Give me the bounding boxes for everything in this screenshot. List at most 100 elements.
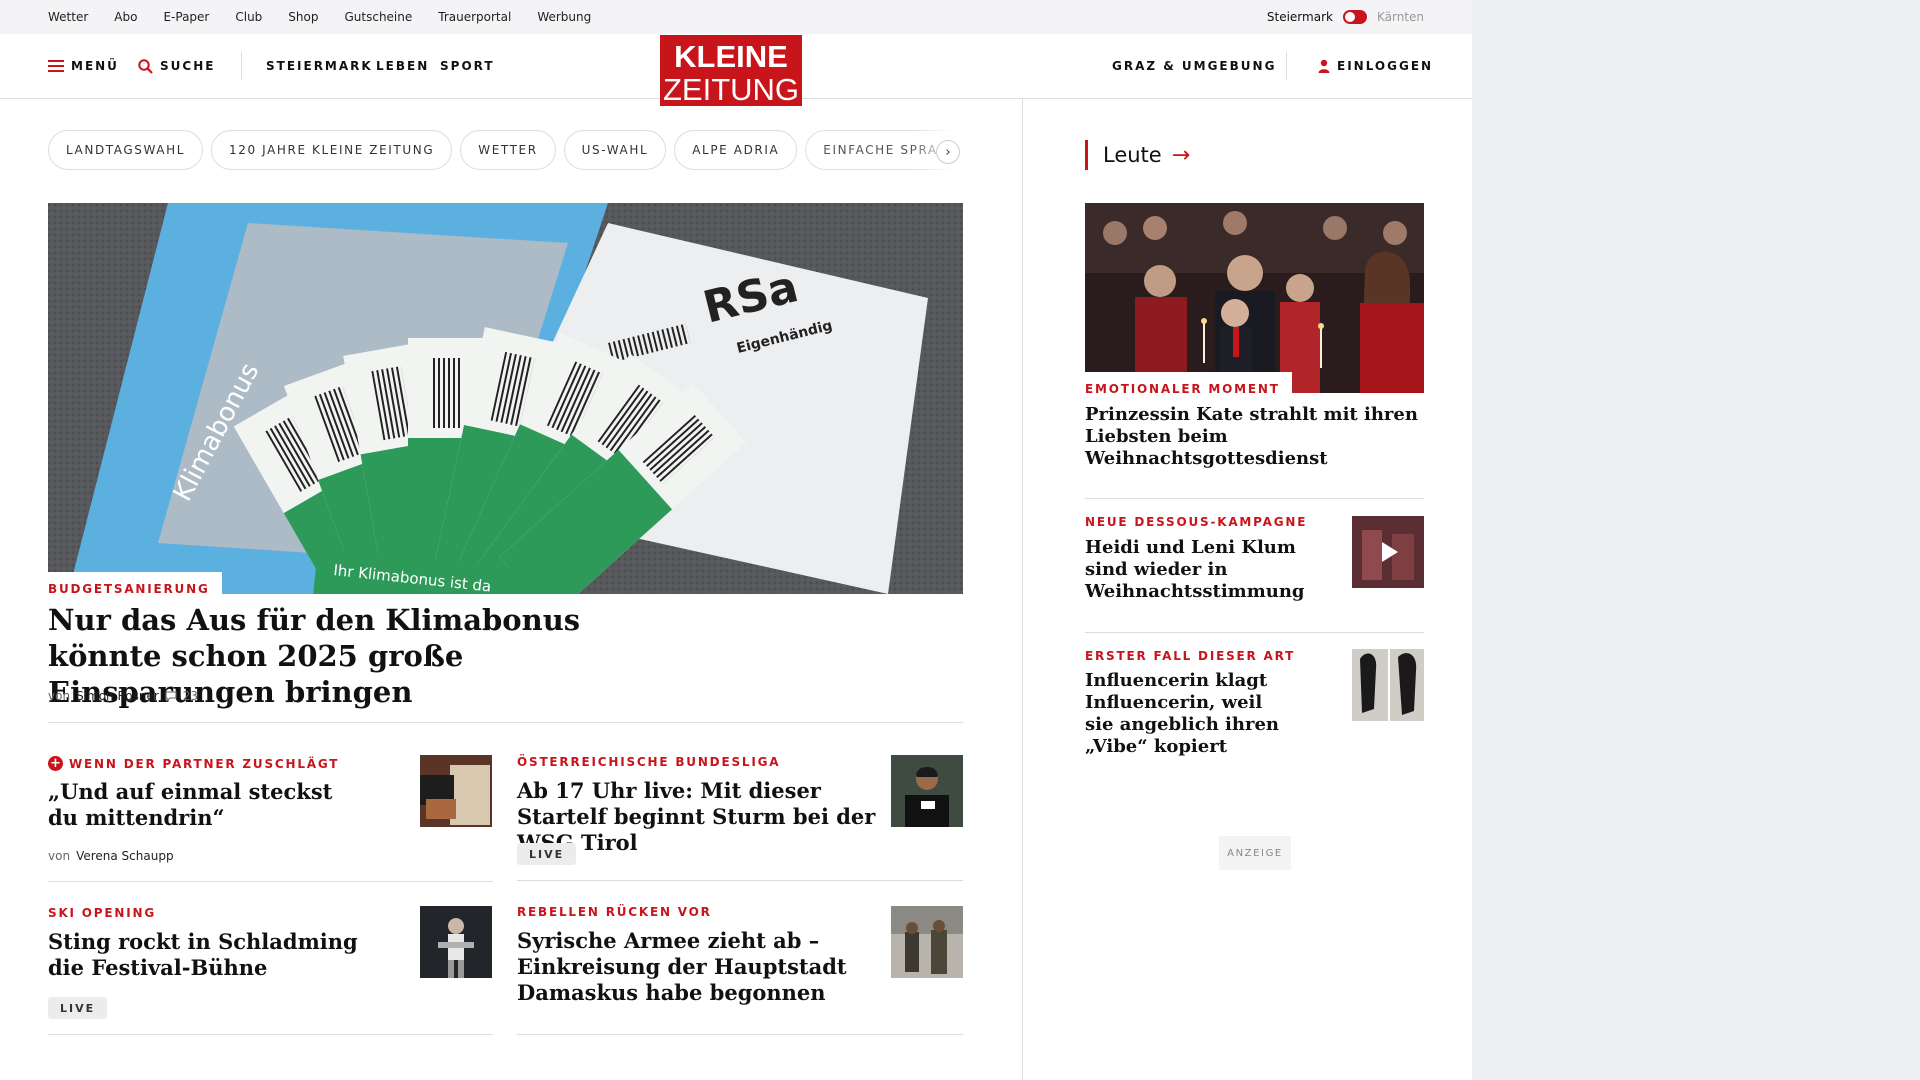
- thumbnail-photo: [891, 755, 963, 827]
- sidebar-headline[interactable]: Influencerin klagt Influencerin, weil si…: [1085, 670, 1295, 758]
- sidebar-headline[interactable]: Heidi und Leni Klum sind wieder in Weihn…: [1085, 537, 1325, 603]
- region-link-graz[interactable]: GRAZ & UMGEBUNG: [1112, 34, 1276, 98]
- article-kicker-text: REBELLEN RÜCKEN VOR: [517, 905, 712, 919]
- plus-icon: +: [48, 756, 63, 771]
- hamburger-icon: [48, 60, 64, 72]
- section-heading-label: Leute: [1103, 143, 1162, 167]
- menu-label: MENÜ: [71, 59, 119, 73]
- column-separator: [1022, 99, 1023, 1080]
- article-kicker: SKI OPENING: [48, 906, 156, 920]
- sidebar-kicker: NEUE DESSOUS-KAMPAGNE: [1085, 515, 1308, 529]
- hero-kicker-box: BUDGETSANIERUNG: [48, 572, 222, 599]
- sidebar-kicker-box: EMOTIONALER MOMENT: [1085, 372, 1292, 401]
- divider: [48, 881, 493, 882]
- hero-image[interactable]: RSa Eigenhändig Klimabonus Ihr Klimabonu…: [48, 203, 963, 594]
- util-link-abo[interactable]: Abo: [114, 10, 137, 24]
- section-heading-leute[interactable]: Leute →: [1085, 140, 1190, 170]
- byline-prefix: von: [48, 689, 71, 703]
- sidebar-lead-image[interactable]: [1085, 203, 1424, 393]
- article-author[interactable]: Verena Schaupp: [76, 849, 174, 863]
- chip-landtagswahl[interactable]: LANDTAGSWAHL: [48, 130, 204, 170]
- thumbnail-photo: [1352, 649, 1424, 721]
- login-button[interactable]: EINLOGGEN: [1318, 34, 1433, 98]
- article-headline[interactable]: Sting rockt in Schladming die Festival-B…: [48, 929, 358, 981]
- region-kaernten[interactable]: Kärnten: [1377, 10, 1424, 24]
- hero-author[interactable]: Simon Rosner: [76, 689, 159, 703]
- topic-chips: LANDTAGSWAHL 120 JAHRE KLEINE ZEITUNG WE…: [48, 130, 956, 170]
- sidebar-headline[interactable]: Prinzessin Kate strahlt mit ihren Liebst…: [1085, 404, 1424, 470]
- article-kicker-text: ÖSTERREICHISCHE BUNDESLIGA: [517, 755, 781, 769]
- article-kicker: ÖSTERREICHISCHE BUNDESLIGA: [517, 755, 780, 769]
- thumbnail-photo: [420, 906, 492, 978]
- hero-comment-count[interactable]: 23: [183, 689, 198, 703]
- divider: [48, 1034, 493, 1035]
- main-header: MENÜ SUCHE STEIERMARK LEBEN SPORT KLEINE…: [0, 34, 1472, 106]
- sidebar-lead-photo: [1085, 203, 1424, 393]
- util-link-gutscheine[interactable]: Gutscheine: [344, 10, 412, 24]
- article-kicker-text: SKI OPENING: [48, 906, 156, 920]
- chip-einfache-sprache[interactable]: EINFACHE SPRACHE: [805, 130, 956, 170]
- page: Wetter Abo E-Paper Club Shop Gutscheine …: [0, 0, 1472, 1080]
- article-thumbnail[interactable]: [891, 906, 963, 978]
- divider: [517, 880, 963, 881]
- logo-line-2: ZEITUNG: [662, 72, 800, 107]
- article-thumbnail[interactable]: [1352, 649, 1424, 721]
- thumbnail-photo: [891, 906, 963, 978]
- region-steiermark[interactable]: Steiermark: [1267, 10, 1333, 24]
- search-icon: [138, 58, 153, 74]
- article-byline: von Verena Schaupp: [48, 849, 174, 863]
- search-label: SUCHE: [160, 59, 216, 73]
- header-divider: [1286, 52, 1287, 80]
- util-link-trauerportal[interactable]: Trauerportal: [438, 10, 511, 24]
- live-badge: LIVE: [517, 843, 577, 865]
- article-thumbnail[interactable]: [420, 755, 492, 827]
- byline-prefix: von: [48, 849, 71, 863]
- search-button[interactable]: SUCHE: [138, 34, 215, 98]
- chip-alpe-adria[interactable]: ALPE ADRIA: [674, 130, 798, 170]
- hero-byline: von Simon Rosner 23: [48, 689, 198, 703]
- live-badge: LIVE: [48, 997, 108, 1019]
- arrow-right-icon: →: [1171, 142, 1191, 168]
- thumbnail-photo: [420, 755, 492, 827]
- article-kicker-text: WENN DER PARTNER ZUSCHLÄGT: [69, 756, 340, 771]
- util-link-shop[interactable]: Shop: [288, 10, 318, 24]
- ad-label: ANZEIGE: [1219, 836, 1291, 870]
- region-switch: Steiermark Kärnten: [1267, 0, 1424, 34]
- article-kicker: + WENN DER PARTNER ZUSCHLÄGT: [48, 756, 339, 771]
- article-headline[interactable]: Syrische Armee zieht ab – Einkreisung de…: [517, 928, 882, 1006]
- article-thumbnail[interactable]: [420, 906, 492, 978]
- util-link-wetter[interactable]: Wetter: [48, 10, 88, 24]
- utility-bar: Wetter Abo E-Paper Club Shop Gutscheine …: [0, 0, 1472, 34]
- util-link-werbung[interactable]: Werbung: [537, 10, 591, 24]
- region-toggle[interactable]: [1342, 10, 1367, 24]
- divider: [48, 722, 963, 723]
- utility-links: Wetter Abo E-Paper Club Shop Gutscheine …: [48, 0, 591, 34]
- chip-120-jahre[interactable]: 120 JAHRE KLEINE ZEITUNG: [211, 130, 453, 170]
- logo-line-1: KLEINE: [674, 39, 788, 74]
- sidebar-kicker: EMOTIONALER MOMENT: [1085, 382, 1280, 396]
- article-thumbnail[interactable]: [891, 755, 963, 827]
- play-icon: [1352, 516, 1424, 588]
- user-icon: [1318, 59, 1330, 73]
- hero-kicker: BUDGETSANIERUNG: [48, 582, 210, 596]
- nav-leben[interactable]: LEBEN: [376, 34, 429, 98]
- util-link-epaper[interactable]: E-Paper: [163, 10, 209, 24]
- divider: [517, 1034, 963, 1035]
- chip-wetter[interactable]: WETTER: [460, 130, 556, 170]
- menu-button[interactable]: MENÜ: [48, 34, 119, 98]
- divider: [1085, 498, 1424, 499]
- kleine-zeitung-logo[interactable]: KLEINE ZEITUNG: [660, 35, 802, 106]
- util-link-club[interactable]: Club: [235, 10, 262, 24]
- nav-sport[interactable]: SPORT: [440, 34, 495, 98]
- login-label: EINLOGGEN: [1337, 59, 1434, 73]
- nav-steiermark[interactable]: STEIERMARK: [266, 34, 373, 98]
- article-kicker: REBELLEN RÜCKEN VOR: [517, 905, 712, 919]
- sidebar-kicker: ERSTER FALL DIESER ART: [1085, 649, 1296, 663]
- article-headline[interactable]: „Und auf einmal steckst du mittendrin“: [48, 779, 358, 831]
- video-thumbnail[interactable]: [1352, 516, 1424, 588]
- header-divider: [241, 52, 242, 80]
- chip-us-wahl[interactable]: US-WAHL: [563, 130, 667, 170]
- comment-icon: [165, 690, 177, 702]
- hero-photo: RSa Eigenhändig Klimabonus Ihr Klimabonu…: [48, 203, 963, 594]
- chevron-right-icon[interactable]: ›: [936, 140, 960, 164]
